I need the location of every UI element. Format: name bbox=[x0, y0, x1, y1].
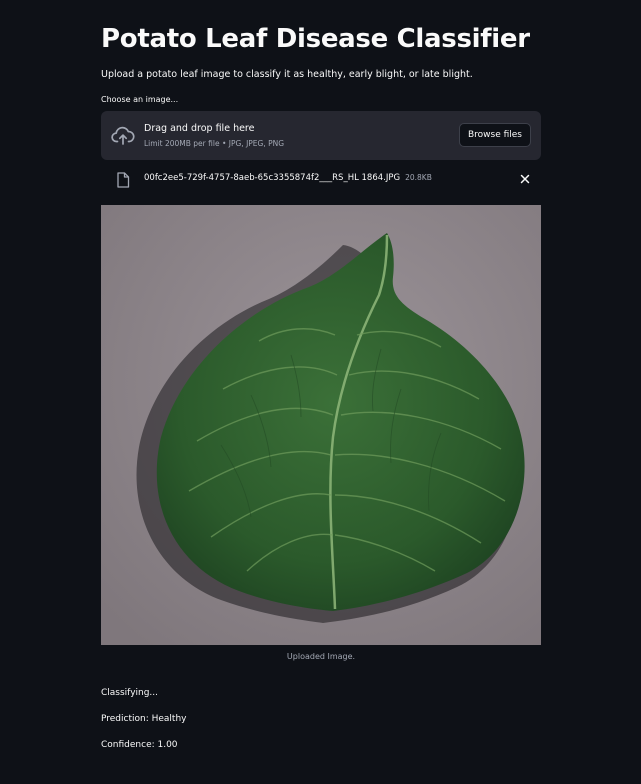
uploaded-file-name: 00fc2ee5-729f-4757-8aeb-65c3355874f2___R… bbox=[144, 173, 432, 183]
page-title: Potato Leaf Disease Classifier bbox=[101, 24, 530, 54]
prediction-text: Prediction: Healthy bbox=[101, 714, 187, 724]
dropzone-instructions: Drag and drop file here Limit 200MB per … bbox=[144, 123, 284, 148]
image-caption: Uploaded Image. bbox=[286, 652, 356, 661]
confidence-text: Confidence: 1.00 bbox=[101, 740, 178, 750]
uploaded-file-row: 00fc2ee5-729f-4757-8aeb-65c3355874f2___R… bbox=[101, 166, 541, 194]
browse-files-button[interactable]: Browse files bbox=[458, 123, 531, 147]
file-icon bbox=[117, 172, 130, 188]
uploaded-leaf-image bbox=[101, 205, 541, 645]
page-description: Upload a potato leaf image to classify i… bbox=[101, 69, 473, 80]
classifying-status: Classifying... bbox=[101, 688, 159, 698]
dropzone-limit-text: Limit 200MB per file • JPG, JPEG, PNG bbox=[144, 139, 285, 148]
cloud-upload-icon bbox=[111, 126, 135, 145]
uploaded-file-size: 20.8KB bbox=[405, 173, 432, 182]
close-icon[interactable] bbox=[519, 173, 531, 185]
uploaded-file-name-text: 00fc2ee5-729f-4757-8aeb-65c3355874f2___R… bbox=[144, 173, 401, 183]
uploader-label: Choose an image... bbox=[101, 95, 179, 104]
file-dropzone[interactable]: Drag and drop file here Limit 200MB per … bbox=[101, 111, 541, 160]
dropzone-drag-text: Drag and drop file here bbox=[144, 123, 255, 134]
